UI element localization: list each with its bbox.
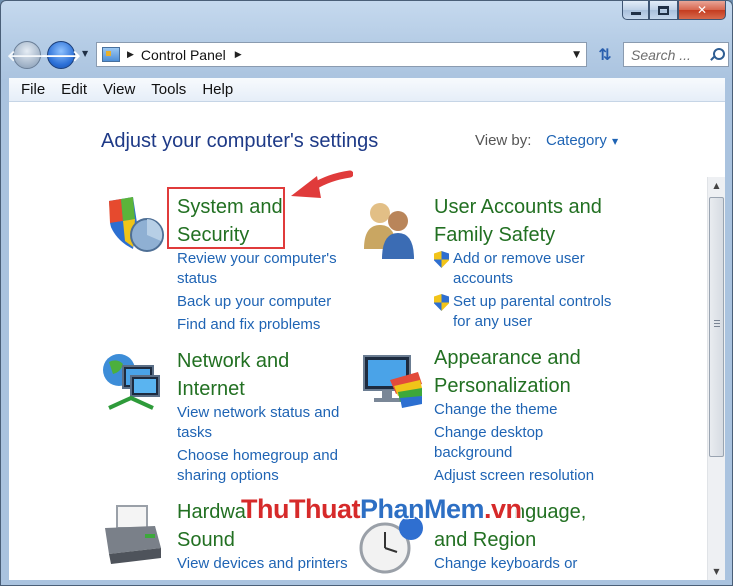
menu-edit[interactable]: Edit — [53, 81, 95, 98]
annotation-highlight-box — [167, 187, 285, 249]
breadcrumb-separator-icon[interactable]: ▶ — [127, 50, 134, 60]
parental-controls-link[interactable]: Set up parental controls for any user — [453, 292, 614, 332]
page-title: Adjust your computer's settings — [101, 130, 379, 152]
refresh-icon: ⇅ — [598, 45, 612, 64]
clock-heading-line2[interactable]: and Region — [434, 529, 536, 551]
menu-help[interactable]: Help — [194, 81, 241, 98]
minimize-icon — [630, 12, 641, 15]
scroll-up-icon[interactable]: ▲ — [708, 177, 725, 194]
view-by-label: View by: — [475, 132, 532, 149]
watermark-part1: ThuThuat — [241, 494, 360, 524]
menu-tools[interactable]: Tools — [143, 81, 194, 98]
maximize-icon — [658, 5, 669, 15]
forward-button[interactable]: 🡒 — [41, 41, 81, 69]
category-network-internet: Network and Internet View network status… — [177, 347, 347, 486]
navigation-bar: 🡐 🡒 ▼ ▶ Control Panel ▶ ▼ ⇅ Search ... — [7, 39, 729, 71]
content-pane: Adjust your computer's settings View by:… — [9, 102, 725, 580]
add-remove-users-link[interactable]: Add or remove user accounts — [453, 249, 614, 289]
minimize-button[interactable] — [622, 1, 649, 20]
recent-pages-dropdown[interactable]: ▼ — [82, 49, 88, 58]
view-by-dropdown[interactable]: Category — [546, 132, 607, 149]
watermark-part2: PhanMem — [359, 494, 485, 524]
hardware-heading-line2[interactable]: Sound — [177, 529, 235, 551]
network-heading-line2[interactable]: Internet — [177, 378, 245, 400]
watermark-logo: ThuThuatPhanMem.vn — [241, 494, 522, 525]
menu-bar: File Edit View Tools Help — [9, 78, 725, 102]
uac-shield-icon — [434, 251, 449, 268]
scroll-thumb[interactable] — [709, 197, 724, 457]
control-panel-window: ✕ 🡐 🡒 ▼ ▶ Control Panel ▶ ▼ ⇅ Search ...… — [0, 0, 733, 586]
user-accounts-heading-line2[interactable]: Family Safety — [434, 224, 555, 246]
fix-problems-link[interactable]: Find and fix problems — [177, 315, 347, 335]
back-button[interactable]: 🡐 — [7, 41, 47, 69]
network-globe-icon[interactable] — [101, 350, 165, 414]
network-heading[interactable]: Network and Internet — [177, 347, 347, 403]
watermark-part3: .vn — [484, 494, 522, 524]
clock-icon[interactable] — [359, 516, 423, 580]
close-button[interactable]: ✕ — [678, 1, 726, 20]
address-dropdown-icon[interactable]: ▼ — [573, 50, 580, 60]
annotation-arrow-icon — [291, 170, 353, 198]
search-icon[interactable] — [709, 47, 725, 62]
hardware-heading-line1[interactable]: Hardwa — [177, 501, 246, 523]
backup-link[interactable]: Back up your computer — [177, 292, 347, 312]
appearance-monitor-icon[interactable] — [360, 350, 424, 414]
view-by-caret-icon[interactable]: ▼ — [612, 137, 618, 146]
user-accounts-heading[interactable]: User Accounts and Family Safety — [434, 193, 614, 249]
network-status-link[interactable]: View network status and tasks — [177, 403, 347, 443]
vertical-scrollbar[interactable]: ▲ ▼ — [707, 177, 725, 580]
appearance-heading-line1[interactable]: Appearance and — [434, 347, 581, 369]
screen-resolution-link[interactable]: Adjust screen resolution — [434, 466, 624, 486]
menu-file[interactable]: File — [13, 81, 53, 98]
scroll-down-icon[interactable]: ▼ — [708, 563, 725, 580]
scroll-grip-icon — [714, 320, 720, 327]
shield-icon[interactable] — [103, 195, 167, 259]
category-appearance: Appearance and Personalization Change th… — [434, 344, 624, 486]
review-status-link[interactable]: Review your computer's status — [177, 249, 347, 289]
breadcrumb-chevron-icon[interactable]: ▶ — [235, 50, 242, 60]
devices-printers-link[interactable]: View devices and printers — [177, 554, 357, 574]
category-user-accounts: User Accounts and Family Safety Add or r… — [434, 193, 614, 332]
desktop-background-link[interactable]: Change desktop background — [434, 423, 624, 463]
homegroup-link[interactable]: Choose homegroup and sharing options — [177, 446, 347, 486]
search-input[interactable]: Search ... — [631, 47, 691, 63]
network-heading-line1[interactable]: Network and — [177, 350, 289, 372]
close-icon: ✕ — [696, 3, 708, 17]
users-icon[interactable] — [358, 197, 422, 261]
appearance-heading-line2[interactable]: Personalization — [434, 375, 571, 397]
change-keyboards-link[interactable]: Change keyboards or — [434, 554, 624, 574]
refresh-button[interactable]: ⇅ — [591, 42, 619, 67]
search-box[interactable]: Search ... — [623, 42, 729, 67]
address-bar[interactable]: ▶ Control Panel ▶ ▼ — [96, 42, 587, 67]
control-panel-icon — [102, 47, 120, 62]
breadcrumb-control-panel[interactable]: Control Panel — [141, 47, 226, 63]
menu-view[interactable]: View — [95, 81, 143, 98]
change-theme-link[interactable]: Change the theme — [434, 400, 624, 420]
caption-buttons: ✕ — [622, 1, 726, 20]
uac-shield-icon — [434, 294, 449, 311]
printer-icon[interactable] — [101, 504, 165, 568]
parental-controls-row: Set up parental controls for any user — [434, 292, 614, 332]
appearance-heading[interactable]: Appearance and Personalization — [434, 344, 624, 400]
forward-arrow-icon: 🡒 — [40, 46, 82, 65]
user-accounts-heading-line1[interactable]: User Accounts and — [434, 196, 602, 218]
maximize-button[interactable] — [649, 1, 678, 20]
add-remove-users-row: Add or remove user accounts — [434, 249, 614, 289]
